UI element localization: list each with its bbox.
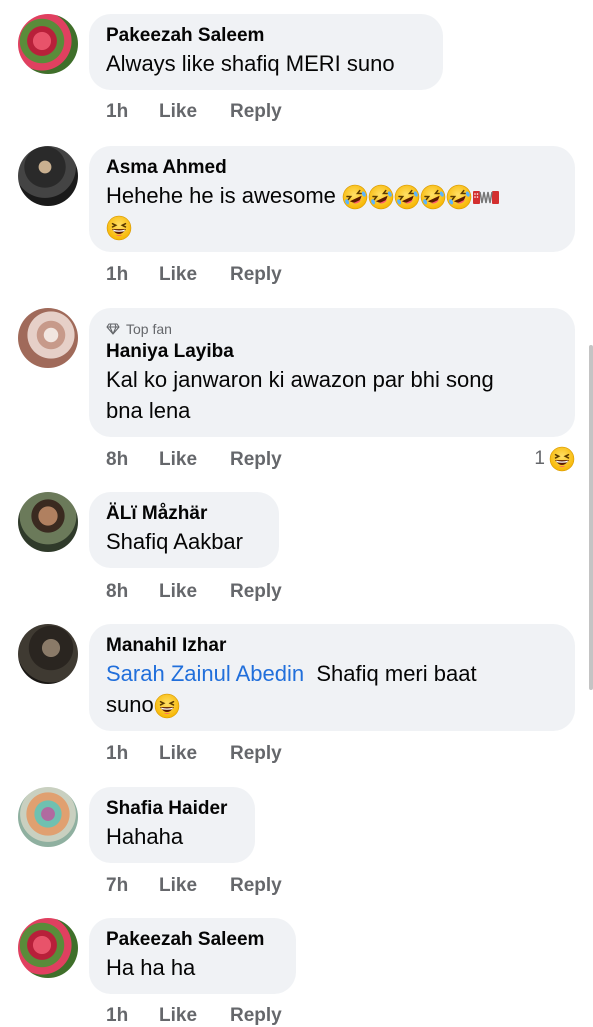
comment-bubble: ÄLï Måzhär Shafiq Aakbar [89, 492, 279, 568]
diamond-badge-icon [106, 323, 120, 335]
comment-text: Shafiq meri baat [316, 661, 477, 686]
comment-actions: 1h Like Reply [106, 743, 282, 765]
avatar[interactable] [18, 492, 78, 552]
comment-bubble: Pakeezah Saleem Ha ha ha [89, 918, 296, 994]
comment-text-line: suno [106, 689, 558, 720]
comment-bubble: Asma Ahmed Hehehe he is awesome [89, 146, 575, 252]
avatar[interactable] [18, 146, 78, 206]
avatar[interactable] [18, 918, 78, 978]
commenter-name[interactable]: Asma Ahmed [106, 156, 558, 180]
comment-text: Ha ha ha [106, 955, 196, 980]
mention-link[interactable]: Sarah Zainul Abedin [106, 661, 304, 686]
commenter-name[interactable]: Manahil Izhar [106, 634, 558, 658]
reply-button[interactable]: Reply [230, 743, 282, 765]
comment-time[interactable]: 1h [106, 101, 159, 123]
comment-bubble: Top fan Haniya Layiba Kal ko janwaron ki… [89, 308, 575, 437]
top-fan-badge: Top fan [106, 320, 558, 338]
comment-bubble: Shafia Haider Hahaha [89, 787, 255, 863]
avatar[interactable] [18, 308, 78, 368]
face-with-tears-of-joy-icon [154, 693, 180, 719]
haha-reaction-icon [549, 446, 575, 472]
comment-text-line [106, 211, 558, 242]
like-button[interactable]: Like [159, 875, 230, 897]
reply-button[interactable]: Reply [230, 581, 282, 603]
comment-text: bna lena [106, 398, 191, 423]
comment-actions: 7h Like Reply [106, 875, 282, 897]
reaction-count: 1 [534, 448, 545, 469]
grinning-squinting-icon [106, 215, 132, 241]
comment-time[interactable]: 8h [106, 581, 159, 603]
comment-text-line: Sarah Zainul Abedin Shafiq meri baat [106, 658, 558, 689]
comment-actions: 1h Like Reply [106, 264, 282, 286]
reply-button[interactable]: Reply [230, 101, 282, 123]
commenter-name[interactable]: Haniya Layiba [106, 340, 558, 364]
badge-label: Top fan [126, 321, 172, 337]
comment-time[interactable]: 8h [106, 449, 159, 471]
comment-text: Kal ko janwaron ki awazon par bhi song [106, 367, 494, 392]
scrollbar[interactable] [589, 345, 593, 690]
comment-text: Always like shafiq MERI suno [106, 51, 395, 76]
accordion-icon [472, 185, 500, 209]
like-button[interactable]: Like [159, 581, 230, 603]
avatar[interactable] [18, 624, 78, 684]
comment-text: suno [106, 692, 154, 717]
commenter-name[interactable]: ÄLï Måzhär [106, 502, 262, 526]
comment-bubble: Pakeezah Saleem Always like shafiq MERI … [89, 14, 443, 90]
like-button[interactable]: Like [159, 449, 230, 471]
rolling-on-floor-laughing-icon [368, 184, 394, 210]
rolling-on-floor-laughing-icon [394, 184, 420, 210]
comment-actions: 1h Like Reply [106, 101, 282, 123]
like-button[interactable]: Like [159, 743, 230, 765]
reply-button[interactable]: Reply [230, 264, 282, 286]
comment-text-line: Hehehe he is awesome [106, 180, 558, 211]
rolling-on-floor-laughing-icon [342, 184, 368, 210]
like-button[interactable]: Like [159, 264, 230, 286]
comment-time[interactable]: 1h [106, 743, 159, 765]
reply-button[interactable]: Reply [230, 875, 282, 897]
rolling-on-floor-laughing-icon [420, 184, 446, 210]
rolling-on-floor-laughing-icon [446, 184, 472, 210]
comment-text: Shafiq Aakbar [106, 529, 243, 554]
comment-bubble: Manahil Izhar Sarah Zainul Abedin Shafiq… [89, 624, 575, 731]
comment-text: Hehehe he is awesome [106, 183, 336, 208]
comment-actions: 8h Like Reply [106, 449, 282, 471]
avatar[interactable] [18, 787, 78, 847]
comment-text: Hahaha [106, 824, 184, 849]
commenter-name[interactable]: Pakeezah Saleem [106, 928, 279, 952]
comment-actions: 8h Like Reply [106, 581, 282, 603]
comment-time[interactable]: 7h [106, 875, 159, 897]
commenter-name[interactable]: Pakeezah Saleem [106, 24, 426, 48]
comment-time[interactable]: 1h [106, 264, 159, 286]
reaction-summary[interactable]: 1 [534, 446, 575, 472]
reply-button[interactable]: Reply [230, 449, 282, 471]
avatar[interactable] [18, 14, 78, 74]
like-button[interactable]: Like [159, 101, 230, 123]
commenter-name[interactable]: Shafia Haider [106, 797, 238, 821]
